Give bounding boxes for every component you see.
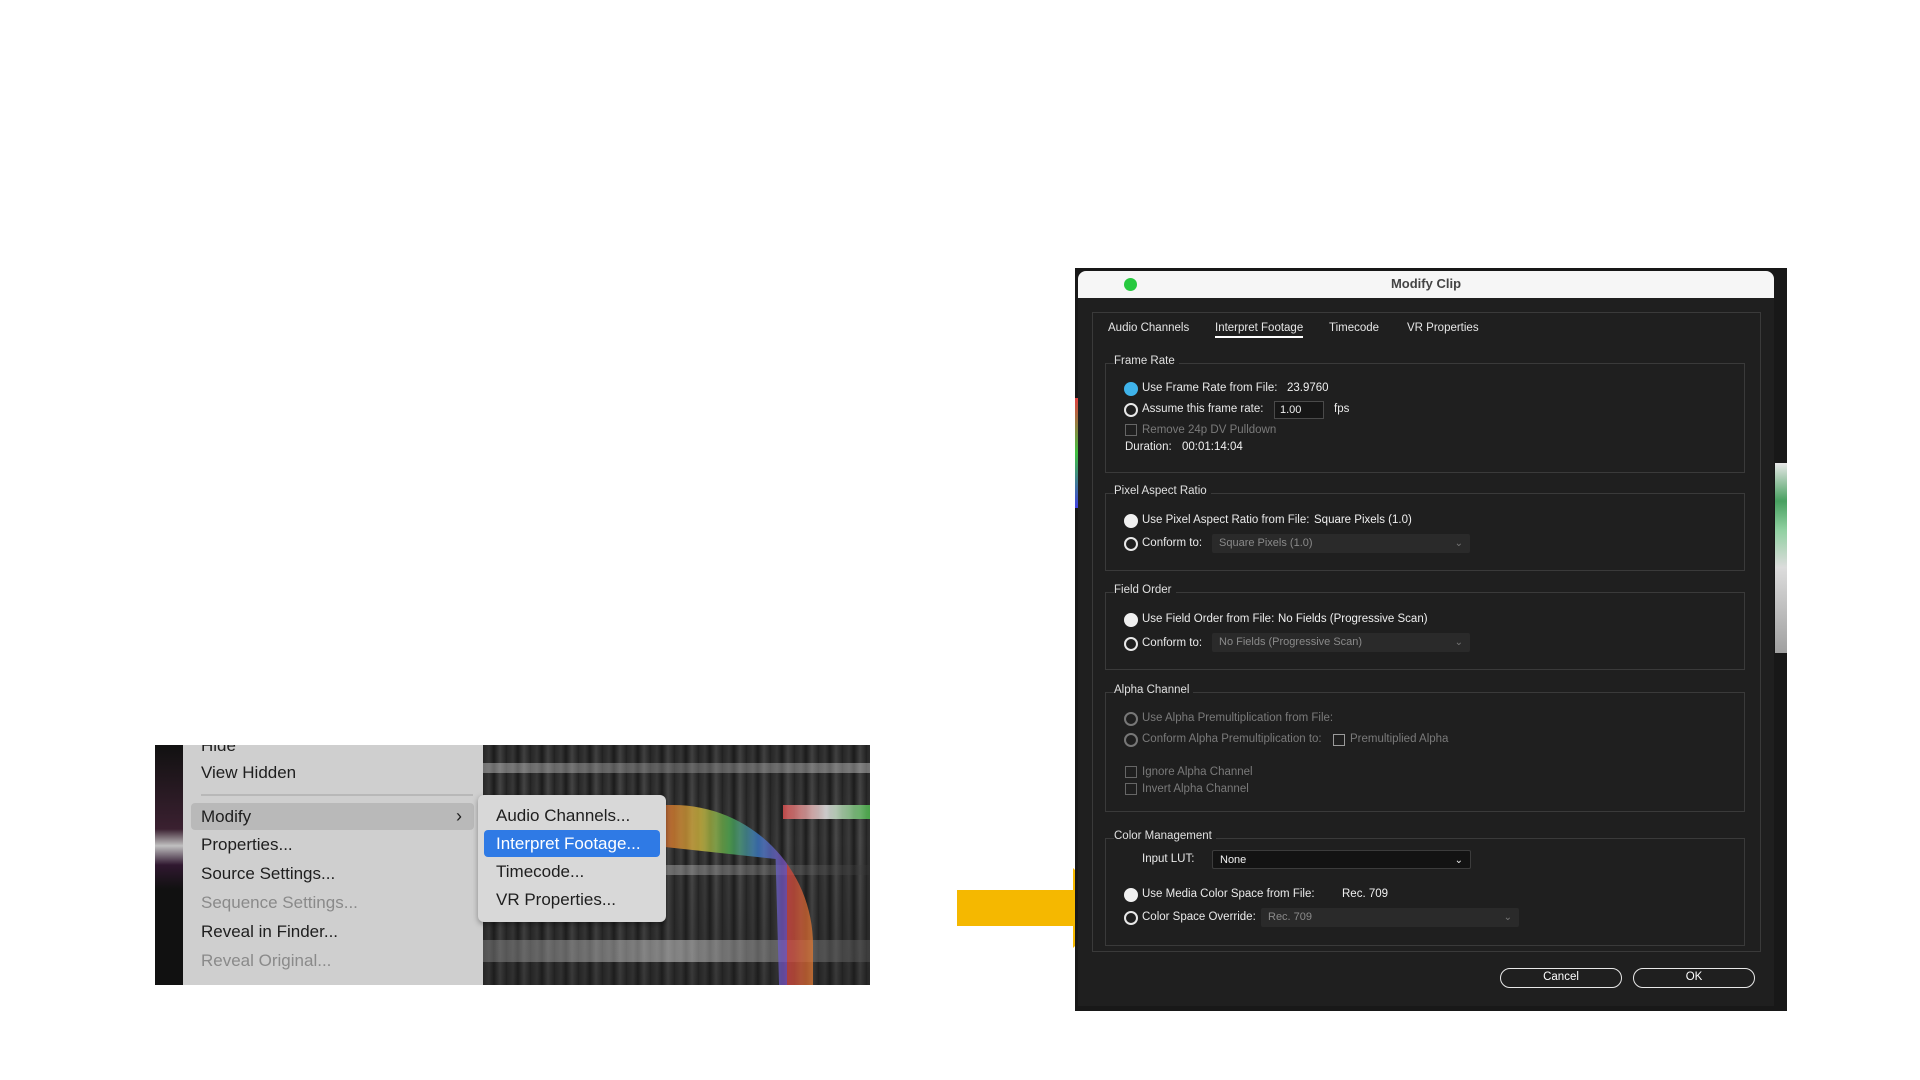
field-order-label: Field Order (1114, 584, 1176, 596)
conform-field-order-label: Conform to: (1142, 637, 1203, 649)
use-par-from-file-radio[interactable] (1124, 514, 1138, 528)
chevron-right-icon: › (456, 806, 462, 826)
menu-item-label: Modify (201, 807, 252, 826)
duration-value: 00:01:14:04 (1182, 441, 1243, 453)
use-frame-rate-from-file-radio[interactable] (1124, 382, 1138, 396)
media-color-space-value: Rec. 709 (1342, 888, 1389, 900)
chevron-down-icon: ⌄ (1454, 855, 1463, 866)
context-menu-screenshot: Hide View Hidden Modify › Properties... … (155, 745, 870, 985)
use-field-order-from-file-label: Use Field Order from File: (1142, 613, 1275, 625)
color-space-override-radio[interactable] (1124, 911, 1138, 925)
tab-audio-channels[interactable]: Audio Channels (1108, 322, 1189, 334)
dialog-titlebar[interactable]: Modify Clip (1078, 271, 1774, 298)
tab-timecode[interactable]: Timecode (1329, 322, 1379, 334)
use-alpha-premult-label: Use Alpha Premultiplication from File: (1142, 712, 1334, 724)
menu-item-reveal-original: Reveal Original... (201, 951, 332, 970)
menu-item-sequence-settings: Sequence Settings... (201, 893, 358, 912)
footage-edge (1775, 463, 1787, 653)
invert-alpha-checkbox[interactable] (1125, 783, 1137, 795)
conform-par-dropdown[interactable]: Square Pixels (1.0) ⌄ (1212, 534, 1470, 553)
footage-edge (155, 745, 183, 985)
conform-alpha-premult-radio[interactable] (1124, 733, 1138, 747)
premultiplied-alpha-checkbox[interactable] (1333, 734, 1345, 746)
tab-vr-properties[interactable]: VR Properties (1407, 322, 1479, 334)
menu-separator (201, 794, 473, 796)
pixel-aspect-ratio-label: Pixel Aspect Ratio (1114, 485, 1211, 497)
dialog-title: Modify Clip (1390, 276, 1462, 291)
input-lut-dropdown[interactable]: None ⌄ (1212, 850, 1471, 869)
input-lut-label: Input LUT: (1142, 853, 1195, 865)
use-field-order-from-file-radio[interactable] (1124, 613, 1138, 627)
tab-interpret-footage[interactable]: Interpret Footage (1215, 322, 1304, 338)
use-media-color-space-label: Use Media Color Space from File: (1142, 888, 1315, 900)
remove-pulldown-checkbox[interactable] (1125, 424, 1137, 436)
menu-item-source-settings[interactable]: Source Settings... (191, 860, 474, 887)
use-alpha-premult-radio[interactable] (1124, 712, 1138, 726)
dropdown-value: None (1220, 854, 1247, 866)
conform-par-radio[interactable] (1124, 537, 1138, 551)
ok-button[interactable]: OK (1633, 968, 1755, 988)
use-frame-rate-from-file-label: Use Frame Rate from File: (1142, 382, 1278, 394)
dropdown-value: No Fields (Progressive Scan) (1219, 636, 1363, 648)
frame-rate-group (1105, 363, 1745, 473)
use-par-from-file-label: Use Pixel Aspect Ratio from File: (1142, 514, 1310, 526)
modify-submenu: Audio Channels... Interpret Footage... T… (478, 795, 666, 922)
cancel-button[interactable]: Cancel (1500, 968, 1622, 988)
chevron-down-icon: ⌄ (1454, 637, 1463, 648)
menu-item-reveal-in-finder[interactable]: Reveal in Finder... (191, 918, 474, 945)
dropdown-value: Square Pixels (1.0) (1219, 537, 1313, 549)
conform-par-label: Conform to: (1142, 537, 1203, 549)
color-space-override-label: Color Space Override: (1142, 911, 1256, 923)
conform-field-order-dropdown[interactable]: No Fields (Progressive Scan) ⌄ (1212, 633, 1470, 652)
use-media-color-space-radio[interactable] (1124, 888, 1138, 902)
context-menu: Hide View Hidden Modify › Properties... … (183, 745, 483, 985)
frame-rate-label: Frame Rate (1114, 355, 1179, 367)
menu-item-properties[interactable]: Properties... (191, 831, 474, 858)
menu-item-modify[interactable]: Modify › (191, 803, 474, 830)
menu-item-view-hidden[interactable]: View Hidden (191, 759, 474, 786)
pixel-aspect-ratio-group (1105, 493, 1745, 571)
color-space-override-dropdown[interactable]: Rec. 709 ⌄ (1261, 908, 1519, 927)
assume-frame-rate-label: Assume this frame rate: (1142, 403, 1264, 415)
submenu-item-audio-channels[interactable]: Audio Channels... (484, 802, 660, 829)
conform-alpha-premult-label: Conform Alpha Premultiplication to: (1142, 733, 1322, 745)
chevron-down-icon: ⌄ (1454, 538, 1463, 549)
dropdown-value: Rec. 709 (1268, 911, 1313, 923)
file-par-value: Square Pixels (1.0) (1314, 514, 1412, 526)
submenu-item-vr-properties[interactable]: VR Properties... (484, 886, 660, 913)
duration-label: Duration: (1125, 441, 1172, 453)
premultiplied-alpha-label: Premultiplied Alpha (1350, 733, 1449, 745)
invert-alpha-label: Invert Alpha Channel (1142, 783, 1249, 795)
submenu-item-timecode[interactable]: Timecode... (484, 858, 660, 885)
ignore-alpha-label: Ignore Alpha Channel (1142, 766, 1253, 778)
color-management-label: Color Management (1114, 830, 1216, 842)
alpha-channel-label: Alpha Channel (1114, 684, 1194, 696)
submenu-item-interpret-footage[interactable]: Interpret Footage... (484, 830, 660, 857)
fps-unit-label: fps (1334, 403, 1350, 415)
assume-frame-rate-input[interactable]: 1.00 (1274, 401, 1324, 419)
chevron-down-icon: ⌄ (1503, 912, 1512, 923)
menu-item-hide[interactable]: Hide (191, 745, 474, 759)
ignore-alpha-checkbox[interactable] (1125, 766, 1137, 778)
conform-field-order-radio[interactable] (1124, 637, 1138, 651)
assume-frame-rate-radio[interactable] (1124, 403, 1138, 417)
remove-pulldown-label: Remove 24p DV Pulldown (1142, 424, 1277, 436)
file-frame-rate-value: 23.9760 (1287, 382, 1329, 394)
file-field-order-value: No Fields (Progressive Scan) (1278, 613, 1428, 625)
field-order-group (1105, 592, 1745, 670)
